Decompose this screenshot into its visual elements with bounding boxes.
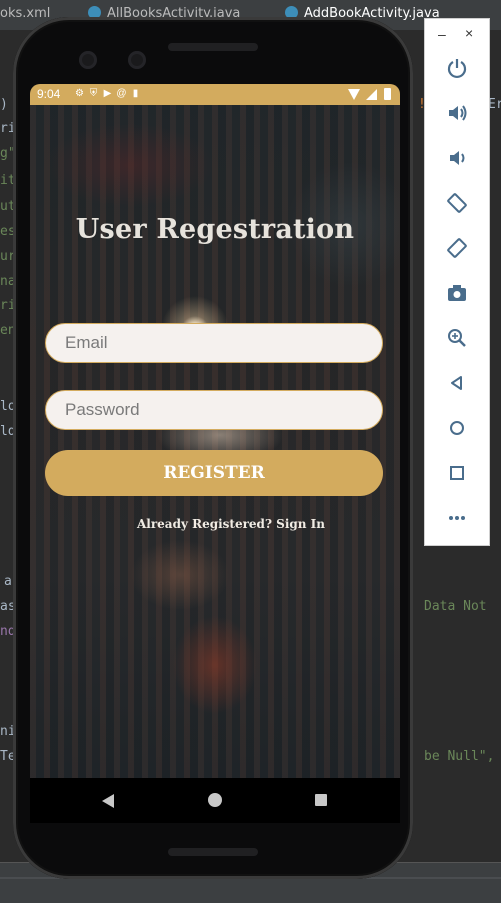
overview-icon[interactable] xyxy=(315,794,327,806)
signal-icon xyxy=(366,89,377,100)
register-button[interactable]: REGISTER xyxy=(45,450,383,496)
status-time: 9:04 xyxy=(37,87,61,101)
code-line: ) xyxy=(0,97,8,112)
bookshelf-background xyxy=(30,105,400,778)
emulator-titlebar: – × xyxy=(425,19,489,49)
navigation-bar xyxy=(30,778,400,823)
zoom-icon[interactable] xyxy=(443,327,471,355)
emulator-toolbar: – × xyxy=(424,18,490,546)
password-field[interactable] xyxy=(45,390,383,430)
more-icon[interactable] xyxy=(443,507,471,535)
code-line: be Null", xyxy=(424,749,495,764)
battery-icon xyxy=(384,88,391,100)
front-camera xyxy=(79,51,97,69)
close-button[interactable]: × xyxy=(465,25,473,41)
front-sensor xyxy=(128,51,146,69)
page-title: User Regestration xyxy=(75,214,355,245)
minimize-button[interactable]: – xyxy=(438,26,446,42)
back-icon[interactable] xyxy=(102,794,114,808)
sign-in-link[interactable]: Already Registered? Sign In xyxy=(30,517,400,531)
power-icon[interactable] xyxy=(443,57,471,85)
rotate-right-icon[interactable] xyxy=(443,237,471,265)
code-line: Data Not xyxy=(424,599,487,614)
overview-icon[interactable] xyxy=(443,462,471,490)
code-line: a xyxy=(4,574,12,589)
back-icon[interactable] xyxy=(443,372,471,400)
email-field[interactable] xyxy=(45,323,383,363)
status-bar: 9:04 ⚙ ⛨ ▶ @ ▮ xyxy=(30,84,400,105)
wifi-icon xyxy=(348,89,360,100)
volume-down-icon[interactable] xyxy=(443,147,471,175)
home-icon[interactable] xyxy=(208,793,222,807)
bottom-speaker xyxy=(168,848,258,856)
top-speaker xyxy=(168,43,258,51)
rotate-left-icon[interactable] xyxy=(443,192,471,220)
settings-icon: ⚙ xyxy=(75,88,84,99)
home-icon[interactable] xyxy=(443,417,471,445)
camera-icon[interactable] xyxy=(443,282,471,310)
app-screen: 9:04 ⚙ ⛨ ▶ @ ▮ User Regestration REGISTE… xyxy=(30,84,400,823)
shield-icon: ⛨ xyxy=(89,88,98,99)
at-icon: @ xyxy=(116,88,127,99)
play-icon: ▶ xyxy=(103,88,112,99)
volume-up-icon[interactable] xyxy=(443,102,471,130)
sd-card-icon: ▮ xyxy=(132,88,139,99)
